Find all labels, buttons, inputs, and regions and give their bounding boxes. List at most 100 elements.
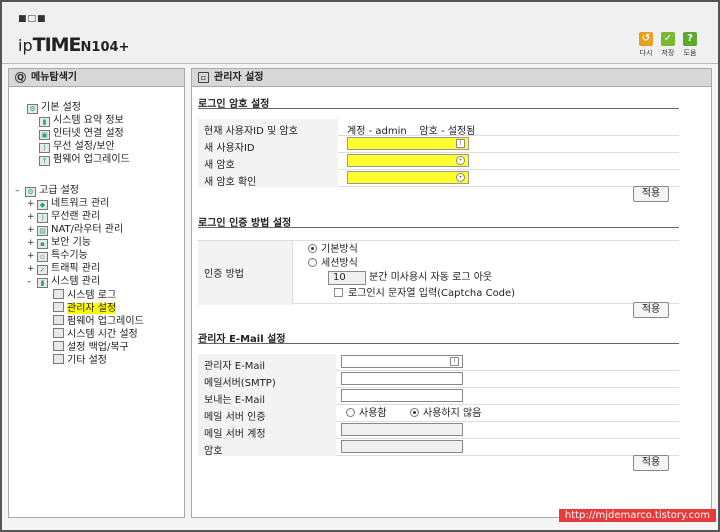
tree-item-other-settings[interactable]: 기타 설정 <box>53 354 107 366</box>
wireless-icon: ) <box>37 213 48 223</box>
admin-email-input[interactable]: ! <box>341 355 463 368</box>
tree-group-nat[interactable]: + ▤ NAT/라우터 관리 <box>27 224 123 236</box>
current-credentials-label: 현재 사용자ID 및 암호 <box>204 126 298 137</box>
window-icon: ▫ <box>198 72 209 83</box>
mail-auth-row: 메일 서버 인증 사용함 사용하지 않음 <box>198 405 679 423</box>
new-password-input[interactable]: • <box>347 154 469 167</box>
tree-item-internet[interactable]: ▣ 인터넷 연결 설정 <box>39 128 124 140</box>
logo-prefix: ip <box>18 36 33 55</box>
new-id-label: 새 사용자ID <box>204 143 255 154</box>
collapse-icon: – <box>27 277 32 287</box>
tree-item-firmware-upgrade[interactable]: 펌웨어 업그레이드 <box>53 315 144 327</box>
menu-explorer-title: Q 메뉴탐색기 <box>9 69 184 87</box>
save-button[interactable]: ✓ 저장 <box>658 32 678 58</box>
admin-settings-panel: ▫ 관리자 설정 로그인 암호 설정 현재 사용자ID 및 암호 계정 - ad… <box>191 68 712 518</box>
watermark: http://mjdemarco.tistory.com <box>558 509 716 522</box>
mail-account-row: 메일 서버 계정 <box>198 422 679 440</box>
page-icon <box>53 289 64 299</box>
special-icon: ▫ <box>37 252 48 262</box>
tree-group-special[interactable]: + ▫ 특수기능 <box>27 250 88 262</box>
sender-email-label: 보내는 E-Mail <box>204 395 266 406</box>
tree-item-backup-restore[interactable]: 설정 백업/복구 <box>53 341 129 353</box>
tree-item-wireless[interactable]: ) 무선 설정/보안 <box>39 141 115 153</box>
chart-icon: ▮ <box>37 278 48 288</box>
auth-method-block: 인증 방법 기본방식 세션방식 10 분간 미사용시 자동 로그 아웃 로그인시… <box>198 240 679 305</box>
mail-password-input[interactable] <box>341 440 463 453</box>
login-apply-button[interactable]: 적용 <box>633 186 669 202</box>
mail-auth-label: 메일 서버 인증 <box>204 412 266 423</box>
smtp-input[interactable] <box>341 372 463 385</box>
save-label: 저장 <box>661 49 675 57</box>
section-divider <box>198 343 679 344</box>
tree-item-system-time[interactable]: 시스템 시간 설정 <box>53 328 138 340</box>
expand-icon: + <box>27 199 35 209</box>
new-id-row: 새 사용자ID ! <box>198 136 679 154</box>
key-icon: ! <box>450 357 459 366</box>
tree-group-wireless[interactable]: +) 무선랜 관리 <box>27 211 100 223</box>
logo-model: N104+ <box>80 40 130 55</box>
section-divider <box>198 227 679 228</box>
smtp-label: 메일서버(SMTP) <box>204 378 276 389</box>
page-icon <box>53 315 64 325</box>
mail-password-label: 암호 <box>204 446 223 457</box>
logo-squares: ■□■ <box>18 14 47 24</box>
brand-logo: ipTIMEN104+ <box>18 34 129 56</box>
auth-apply-button[interactable]: 적용 <box>633 302 669 318</box>
wireless-icon: ) <box>39 143 50 153</box>
new-password-label: 새 암호 <box>204 160 235 171</box>
radio-selected <box>308 244 317 253</box>
admin-email-row: 관리자 E-Mail ! <box>198 354 679 372</box>
captcha-checkbox[interactable] <box>334 288 343 297</box>
key-icon: ! <box>456 139 465 148</box>
page-icon <box>53 302 64 312</box>
help-button[interactable]: ? 도움 <box>680 32 700 58</box>
menu-explorer-panel: Q 메뉴탐색기 ⚙ 기본 설정 ▮ 시스템 요약 정보 ▣ 인터넷 연결 설정 ) 무선… <box>8 68 185 518</box>
tree-item-system-log[interactable]: 시스템 로그 <box>53 289 116 301</box>
expand-icon: + <box>27 225 35 235</box>
network-icon: ◆ <box>37 200 48 210</box>
confirm-password-input[interactable]: • <box>347 171 469 184</box>
mail-account-input[interactable] <box>341 423 463 436</box>
new-password-row: 새 암호 • <box>198 153 679 171</box>
confirm-password-row: 새 암호 확인 • <box>198 170 679 188</box>
admin-email-label: 관리자 E-Mail <box>204 361 266 372</box>
tree-group-security[interactable]: + ▪ 보안 기능 <box>27 237 91 249</box>
tree-item-system-summary[interactable]: ▮ 시스템 요약 정보 <box>39 115 124 127</box>
confirm-password-label: 새 암호 확인 <box>204 177 257 188</box>
auth-basic-option[interactable]: 기본방식 <box>308 244 358 256</box>
menu-explorer-label: 메뉴탐색기 <box>31 72 77 83</box>
section-divider <box>198 108 679 109</box>
tree-advanced-settings[interactable]: – ⚙ 고급 설정 <box>15 185 79 197</box>
sender-email-input[interactable] <box>341 389 463 402</box>
tree-group-traffic[interactable]: + ✓ 트래픽 관리 <box>27 263 100 275</box>
page-title-bar: ▫ 관리자 설정 <box>192 69 711 87</box>
session-timeout-text: 분간 미사용시 자동 로그 아웃 <box>369 272 493 283</box>
expand-icon: + <box>27 264 35 274</box>
mail-password-row: 암호 <box>198 439 679 457</box>
auth-session-option[interactable]: 세션방식 <box>308 258 358 270</box>
tree-basic-settings[interactable]: ⚙ 기본 설정 <box>27 102 81 114</box>
session-timeout-input[interactable]: 10 <box>328 271 366 285</box>
radio-unselected <box>346 408 355 417</box>
mail-account-label: 메일 서버 계정 <box>204 429 266 440</box>
logo-main: TIME <box>32 34 82 56</box>
mail-auth-nouse-option[interactable]: 사용하지 않음 <box>410 408 481 420</box>
chart-icon: ▮ <box>39 117 50 127</box>
captcha-option[interactable]: 로그인시 문자열 입력(Captcha Code) <box>334 288 515 300</box>
refresh-button[interactable]: ↺ 다시 <box>636 32 656 58</box>
help-icon: ? <box>683 32 697 46</box>
upgrade-icon: ↑ <box>39 156 50 166</box>
tree-group-network[interactable]: + ◆ 네트워크 관리 <box>27 198 109 210</box>
email-apply-button[interactable]: 적용 <box>633 455 669 471</box>
tree-group-system[interactable]: – ▮ 시스템 관리 <box>27 276 100 288</box>
key-icon: • <box>456 156 465 165</box>
new-id-input[interactable]: ! <box>347 137 469 150</box>
tree-item-firmware-basic[interactable]: ↑ 펌웨어 업그레이드 <box>39 154 130 166</box>
tree-item-admin-settings[interactable]: 관리자 설정 <box>53 302 117 314</box>
mail-auth-use-option[interactable]: 사용함 <box>346 408 387 420</box>
radio-selected <box>410 408 419 417</box>
key-icon: • <box>456 173 465 182</box>
expand-icon: + <box>27 238 35 248</box>
page-icon <box>53 354 64 364</box>
radio-unselected <box>308 258 317 267</box>
